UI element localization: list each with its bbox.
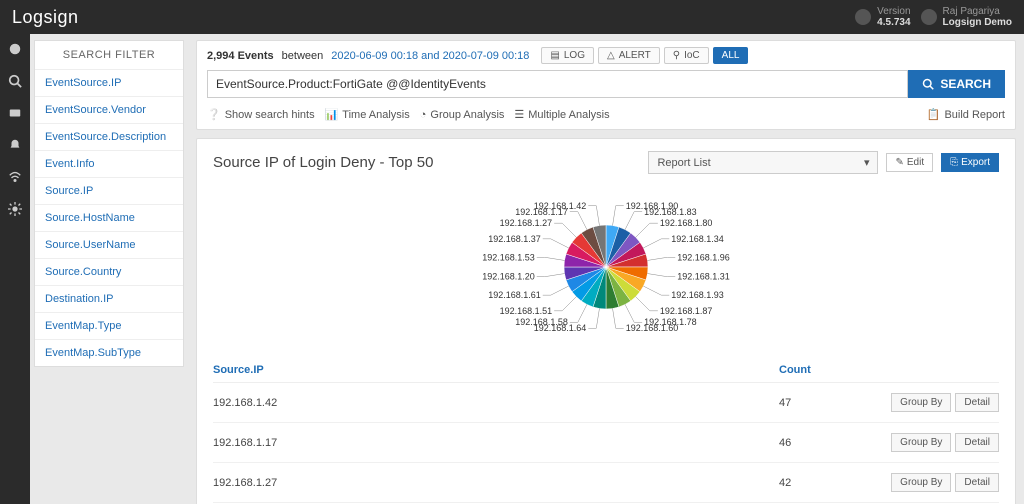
chip-all[interactable]: ALL	[713, 47, 749, 64]
svg-text:192.168.1.87: 192.168.1.87	[660, 306, 713, 316]
search-icon[interactable]	[8, 74, 22, 88]
filter-item[interactable]: Source.HostName	[35, 204, 183, 231]
svg-text:192.168.1.61: 192.168.1.61	[488, 290, 541, 300]
svg-text:192.168.1.27: 192.168.1.27	[500, 218, 553, 228]
svg-text:192.168.1.53: 192.168.1.53	[482, 252, 535, 262]
chip-ioc[interactable]: ⚲ IoC	[664, 47, 709, 64]
cell-count: 46	[779, 437, 879, 449]
svg-text:192.168.1.42: 192.168.1.42	[534, 201, 587, 211]
cell-count: 42	[779, 477, 879, 489]
svg-text:192.168.1.96: 192.168.1.96	[677, 252, 730, 262]
cards-icon[interactable]	[8, 106, 22, 120]
svg-text:192.168.1.93: 192.168.1.93	[671, 290, 724, 300]
svg-text:192.168.1.83: 192.168.1.83	[644, 207, 697, 217]
wifi-icon[interactable]	[8, 170, 22, 184]
groupby-button[interactable]: Group By	[891, 473, 951, 492]
app-logo: Logsign	[12, 7, 79, 28]
cell-ip: 192.168.1.17	[213, 437, 779, 449]
events-count: 2,994 Events	[207, 50, 274, 62]
gear-icon[interactable]	[8, 202, 22, 216]
report-title: Source IP of Login Deny - Top 50	[213, 154, 433, 171]
filter-item[interactable]: Source.IP	[35, 177, 183, 204]
chevron-down-icon: ▾	[864, 156, 870, 169]
filter-item[interactable]: Source.UserName	[35, 231, 183, 258]
filter-item[interactable]: EventSource.Vendor	[35, 96, 183, 123]
svg-text:192.168.1.20: 192.168.1.20	[482, 272, 535, 282]
version-value: 4.5.734	[877, 17, 910, 28]
cell-ip: 192.168.1.42	[213, 397, 779, 409]
svg-text:192.168.1.60: 192.168.1.60	[626, 323, 679, 333]
filter-item[interactable]: EventSource.IP	[35, 69, 183, 96]
cell-ip: 192.168.1.27	[213, 477, 779, 489]
version-label: Version	[877, 6, 910, 17]
filter-item[interactable]: Destination.IP	[35, 285, 183, 312]
svg-text:192.168.1.58: 192.168.1.58	[515, 317, 568, 327]
detail-button[interactable]: Detail	[955, 473, 999, 492]
svg-text:192.168.1.34: 192.168.1.34	[671, 234, 724, 244]
table-row: 192.168.1.4247 Group ByDetail	[213, 383, 999, 423]
groupby-button[interactable]: Group By	[891, 393, 951, 412]
multiple-analysis-link[interactable]: ☰ Multiple Analysis	[514, 108, 609, 121]
filter-item[interactable]: EventSource.Description	[35, 123, 183, 150]
chip-log[interactable]: ▤ LOG	[541, 47, 594, 64]
bell-icon[interactable]	[8, 138, 22, 152]
build-report-link[interactable]: 📋 Build Report	[927, 108, 1005, 121]
user-org: Logsign Demo	[943, 17, 1012, 28]
groupby-button[interactable]: Group By	[891, 433, 951, 452]
search-filter-panel: SEARCH FILTER EventSource.IP EventSource…	[34, 40, 184, 367]
svg-text:192.168.1.31: 192.168.1.31	[677, 272, 730, 282]
table-row: 192.168.1.1746 Group ByDetail	[213, 423, 999, 463]
detail-button[interactable]: Detail	[955, 393, 999, 412]
query-input[interactable]	[207, 70, 908, 98]
svg-text:192.168.1.51: 192.168.1.51	[500, 306, 553, 316]
svg-text:192.168.1.80: 192.168.1.80	[660, 218, 713, 228]
table-row: 192.168.1.2742 Group ByDetail	[213, 463, 999, 503]
avatar-icon	[921, 9, 937, 25]
export-button[interactable]: ⎘ Export	[941, 153, 999, 172]
group-analysis-link[interactable]: ◔ Group Analysis	[420, 109, 505, 121]
chip-alert[interactable]: △ ALERT	[598, 47, 660, 64]
user-name: Raj Pagariya	[943, 6, 1000, 17]
detail-button[interactable]: Detail	[955, 433, 999, 452]
date-range[interactable]: 2020-06-09 00:18 and 2020-07-09 00:18	[331, 50, 529, 62]
show-hints-link[interactable]: ❔ Show search hints	[207, 108, 315, 121]
filter-item[interactable]: Event.Info	[35, 150, 183, 177]
svg-text:192.168.1.37: 192.168.1.37	[488, 234, 541, 244]
version-block: Version4.5.734	[855, 6, 910, 28]
edit-button[interactable]: ✎ Edit	[886, 153, 933, 172]
search-icon	[922, 78, 934, 90]
col-source-ip[interactable]: Source.IP	[213, 364, 779, 376]
search-button[interactable]: SEARCH	[908, 70, 1005, 98]
col-count[interactable]: Count	[779, 364, 879, 376]
check-icon	[855, 9, 871, 25]
user-block[interactable]: Raj PagariyaLogsign Demo	[921, 6, 1012, 28]
pie-chart: 192.168.1.90192.168.1.83192.168.1.80192.…	[436, 182, 776, 342]
between-label: between	[282, 50, 324, 62]
filter-header: SEARCH FILTER	[35, 41, 183, 69]
filter-item[interactable]: Source.Country	[35, 258, 183, 285]
report-list-dropdown[interactable]: Report List▾	[648, 151, 878, 174]
filter-item[interactable]: EventMap.Type	[35, 312, 183, 339]
filter-item[interactable]: EventMap.SubType	[35, 339, 183, 366]
dashboard-icon[interactable]	[8, 42, 22, 56]
time-analysis-link[interactable]: 📊 Time Analysis	[325, 108, 410, 121]
cell-count: 47	[779, 397, 879, 409]
